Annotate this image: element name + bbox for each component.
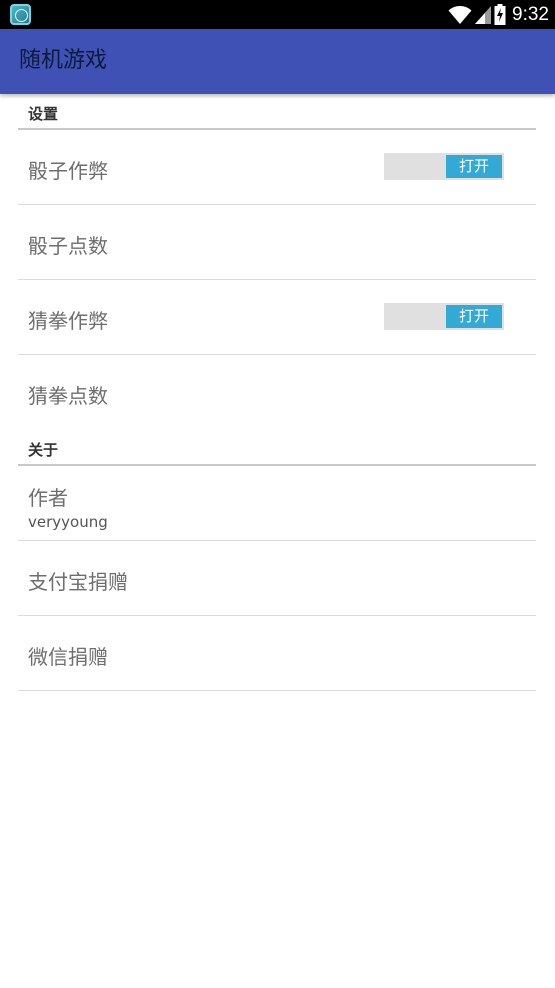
signal-icon <box>475 5 492 24</box>
wifi-icon <box>448 5 472 24</box>
pref-alipay-donate[interactable]: 支付宝捐赠 <box>18 541 536 616</box>
section-header-settings-label: 设置 <box>28 105 59 123</box>
section-header-about: 关于 <box>18 430 536 466</box>
pref-rps-cheat[interactable]: 猜拳作弊 打开 <box>18 280 536 355</box>
section-header-about-label: 关于 <box>28 441 59 459</box>
pref-dice-points[interactable]: 骰子点数 <box>18 205 536 280</box>
app-title: 随机游戏 <box>19 48 108 73</box>
pref-alipay-donate-title: 支付宝捐赠 <box>28 570 128 594</box>
app-notification-icon <box>10 4 31 25</box>
pref-author-title: 作者 <box>28 486 68 510</box>
pref-dice-cheat-title: 骰子作弊 <box>28 159 108 183</box>
status-icons: 9:32 <box>448 0 549 29</box>
battery-charging-icon <box>494 4 506 25</box>
preferences-list: 设置 骰子作弊 打开 骰子点数 猜拳作弊 打开 猜拳点数 关于 作者 veryy… <box>18 94 536 691</box>
dice-cheat-toggle[interactable]: 打开 <box>384 153 504 180</box>
pref-wechat-donate[interactable]: 微信捐赠 <box>18 616 536 691</box>
rps-cheat-toggle[interactable]: 打开 <box>384 303 504 330</box>
pref-wechat-donate-title: 微信捐赠 <box>28 645 108 669</box>
section-header-settings: 设置 <box>18 94 536 130</box>
pref-rps-cheat-title: 猜拳作弊 <box>28 309 108 333</box>
pref-author[interactable]: 作者 veryyoung <box>18 466 536 541</box>
pref-dice-cheat[interactable]: 骰子作弊 打开 <box>18 130 536 205</box>
status-bar: 9:32 <box>0 0 555 29</box>
dice-cheat-toggle-thumb: 打开 <box>446 155 502 178</box>
pref-rps-points-title: 猜拳点数 <box>28 384 108 408</box>
rps-cheat-toggle-thumb: 打开 <box>446 305 502 328</box>
pref-author-summary: veryyoung <box>28 513 108 531</box>
app-bar: 随机游戏 <box>0 29 555 94</box>
pref-dice-points-title: 骰子点数 <box>28 234 108 258</box>
pref-rps-points[interactable]: 猜拳点数 <box>18 355 536 430</box>
status-time: 9:32 <box>512 3 549 25</box>
